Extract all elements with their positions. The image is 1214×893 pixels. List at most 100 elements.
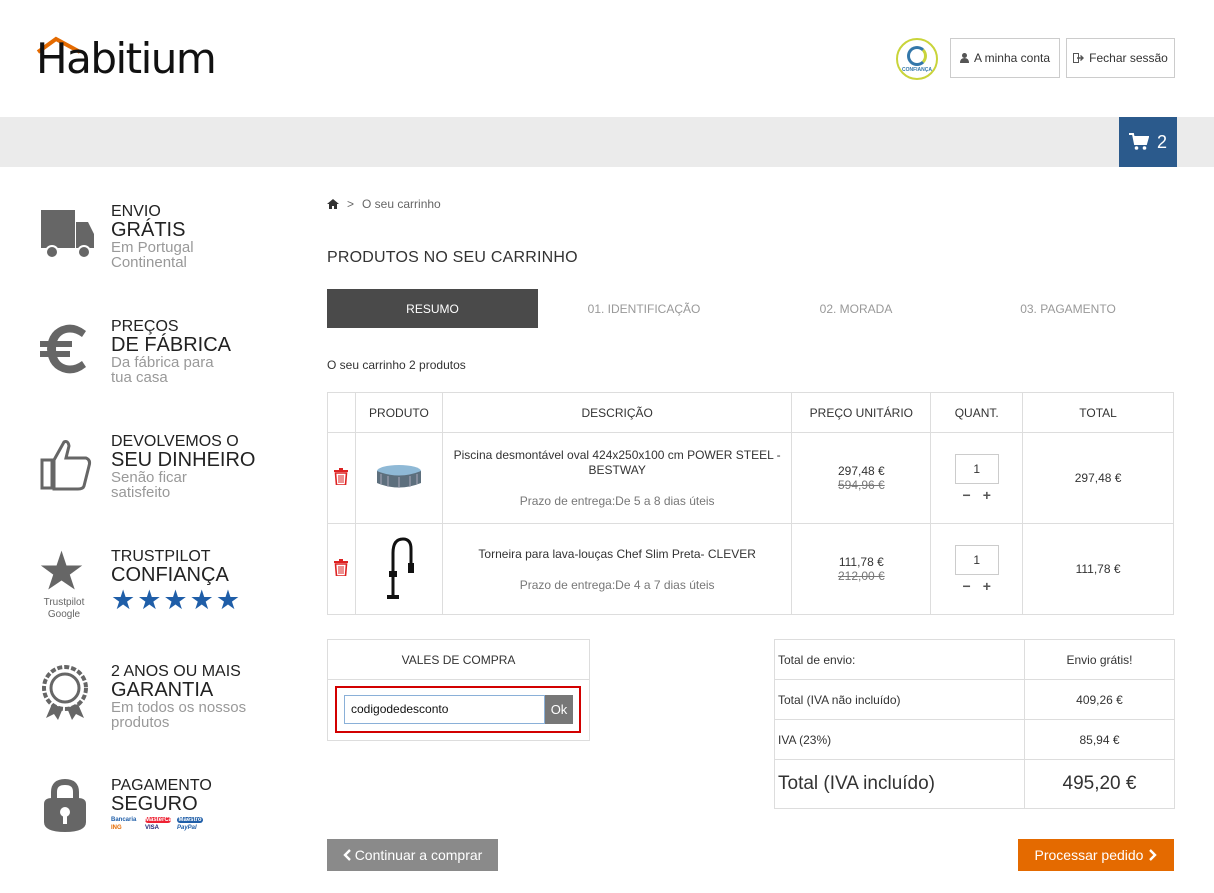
unit-price-cell: 297,48 € 594,96 € (791, 432, 932, 524)
cart-count: 2 (1156, 131, 1167, 152)
unit-price-cell: 111,78 € 212,00 € (791, 523, 932, 615)
feature-title: seguro (111, 793, 198, 815)
trust-badge-text: CONFIANÇA (902, 67, 932, 73)
paypal-logo: PayPal (177, 825, 197, 831)
header-description: DESCRIÇÃO (441, 392, 793, 433)
feature-secure-payment: Pagamento seguro Bancaria MasterCard Mae… (38, 778, 298, 848)
feature-title: garantia (111, 679, 214, 701)
old-price: 212,00 € (837, 569, 885, 583)
logo-text: Habitium (36, 34, 217, 83)
faucet-product-image[interactable] (379, 535, 419, 601)
my-account-label: A minha conta (973, 51, 1051, 65)
euro-icon (40, 324, 86, 374)
product-name[interactable]: Torneira para lava-louças Chef Slim Pret… (443, 547, 792, 562)
trash-icon[interactable] (334, 468, 349, 485)
nav-band (0, 117, 1214, 167)
step-address[interactable]: 02. MORADA (750, 289, 962, 328)
cart-button[interactable]: 2 (1119, 117, 1177, 167)
feature-subtitle: Continental (111, 254, 187, 271)
vouchers-title: VALES DE COMPRA (328, 640, 589, 680)
feature-title: Devolvemos o (111, 433, 239, 450)
delivery-time: Prazo de entrega:De 4 a 7 dias úteis (519, 577, 715, 592)
increase-quantity-button[interactable]: + (983, 578, 991, 594)
feature-warranty: 2 anos ou mais garantia Em todos os noss… (38, 664, 298, 739)
step-identification[interactable]: 01. IDENTIFICAÇÃO (538, 289, 750, 328)
feature-factory-prices: Preços de Fábrica Da fábrica para tua ca… (38, 319, 298, 389)
decrease-quantity-button[interactable]: − (963, 487, 971, 503)
rating-stars: ★★★★★ (111, 585, 243, 615)
habitium-logo[interactable]: Habitium (36, 34, 236, 84)
header-product: PRODUTO (354, 392, 443, 433)
feature-title: Pagamento (111, 777, 212, 794)
cart-table: PRODUTO DESCRIÇÃO PREÇO UNITÁRIO QUANT. … (327, 392, 1174, 615)
decrease-quantity-button[interactable]: − (963, 578, 971, 594)
quantity-input[interactable]: 1 (954, 544, 999, 575)
process-order-button[interactable]: Processar pedido (1018, 839, 1174, 871)
feature-free-shipping: Envio Grátis Em Portugal Continental (38, 204, 298, 274)
step-summary[interactable]: RESUMO (327, 289, 538, 328)
award-icon (42, 665, 88, 720)
bancaria-logo: Bancaria (111, 817, 137, 823)
vat-label: IVA (23%) (774, 719, 1025, 760)
sign-out-icon (1073, 53, 1085, 63)
remove-cell (327, 523, 356, 615)
feature-subtitle: satisfeito (111, 484, 171, 501)
vat-value: 85,94 € (1024, 719, 1175, 760)
home-icon[interactable] (327, 199, 339, 209)
star-icon (40, 550, 83, 590)
cart-summary: O seu carrinho 2 produtos (327, 358, 466, 372)
quantity-cell: 1 − + (930, 523, 1024, 615)
product-image-cell (354, 523, 443, 615)
feature-title: 2 anos ou mais (111, 663, 241, 680)
remove-cell (327, 432, 356, 524)
pool-product-image[interactable] (374, 462, 424, 492)
table-row: Piscina desmontável oval 424x250x100 cm … (327, 432, 1174, 524)
page-title: PRODUTOS NO SEU CARRINHO (327, 249, 578, 266)
shipping-label: Total de envio: (774, 639, 1025, 680)
shipping-value: Envio grátis! (1024, 639, 1175, 680)
maestro-logo: Maestro (177, 817, 203, 823)
logout-label: Fechar sessão (1089, 51, 1168, 65)
feature-title: Preços (111, 318, 179, 335)
old-price: 594,96 € (837, 478, 885, 492)
shopping-cart-icon (1128, 133, 1149, 150)
increase-quantity-button[interactable]: + (983, 487, 991, 503)
truck-icon (41, 210, 94, 259)
payment-logos: Bancaria MasterCard Maestro ING VISA Pay… (111, 817, 211, 831)
line-total: 297,48 € (1022, 432, 1174, 524)
net-total-label: Total (IVA não incluído) (774, 679, 1025, 720)
step-payment[interactable]: 03. PAGAMENTO (962, 289, 1174, 328)
delivery-time: Prazo de entrega:De 5 a 8 dias úteis (519, 494, 715, 508)
lock-icon (44, 778, 86, 832)
line-total: 111,78 € (1022, 523, 1174, 615)
product-image-cell (354, 432, 443, 524)
trash-icon[interactable] (334, 559, 349, 576)
feature-title: Trustpilot (111, 548, 211, 565)
logout-button[interactable]: Fechar sessão (1066, 38, 1175, 78)
trust-badge[interactable]: CONFIANÇA (896, 38, 938, 80)
cart-table-header: PRODUTO DESCRIÇÃO PREÇO UNITÁRIO QUANT. … (327, 392, 1174, 433)
quantity-input[interactable]: 1 (954, 453, 999, 484)
voucher-code-input[interactable]: codigodedesconto (344, 695, 545, 724)
quantity-cell: 1 − + (930, 432, 1024, 524)
my-account-button[interactable]: A minha conta (950, 38, 1060, 78)
breadcrumb: > O seu carrinho (327, 197, 441, 211)
thumbs-up-icon (40, 440, 92, 491)
totals-row: Total (IVA não incluído) 409,26 € (774, 679, 1175, 720)
ing-logo: ING (111, 825, 122, 831)
mastercard-logo: MasterCard (145, 817, 179, 823)
totals-table: Total de envio: Envio grátis! Total (IVA… (774, 639, 1175, 809)
table-row: Torneira para lava-louças Chef Slim Pret… (327, 523, 1174, 615)
header-unit-price: PREÇO UNITÁRIO (791, 392, 932, 433)
product-name[interactable]: Piscina desmontável oval 424x250x100 cm … (443, 448, 792, 478)
breadcrumb-separator: > (347, 197, 355, 211)
feature-title: de Fábrica (111, 334, 232, 356)
voucher-ok-button[interactable]: Ok (545, 695, 573, 724)
unit-price: 297,48 € (837, 464, 885, 478)
feature-title: Confiança (111, 564, 229, 586)
feature-title: seu dinheiro (111, 449, 256, 471)
process-order-label: Processar pedido (1034, 847, 1144, 863)
feature-title: Grátis (111, 219, 186, 241)
google-badge-label: Google (47, 609, 81, 620)
continue-shopping-button[interactable]: Continuar a comprar (327, 839, 498, 871)
